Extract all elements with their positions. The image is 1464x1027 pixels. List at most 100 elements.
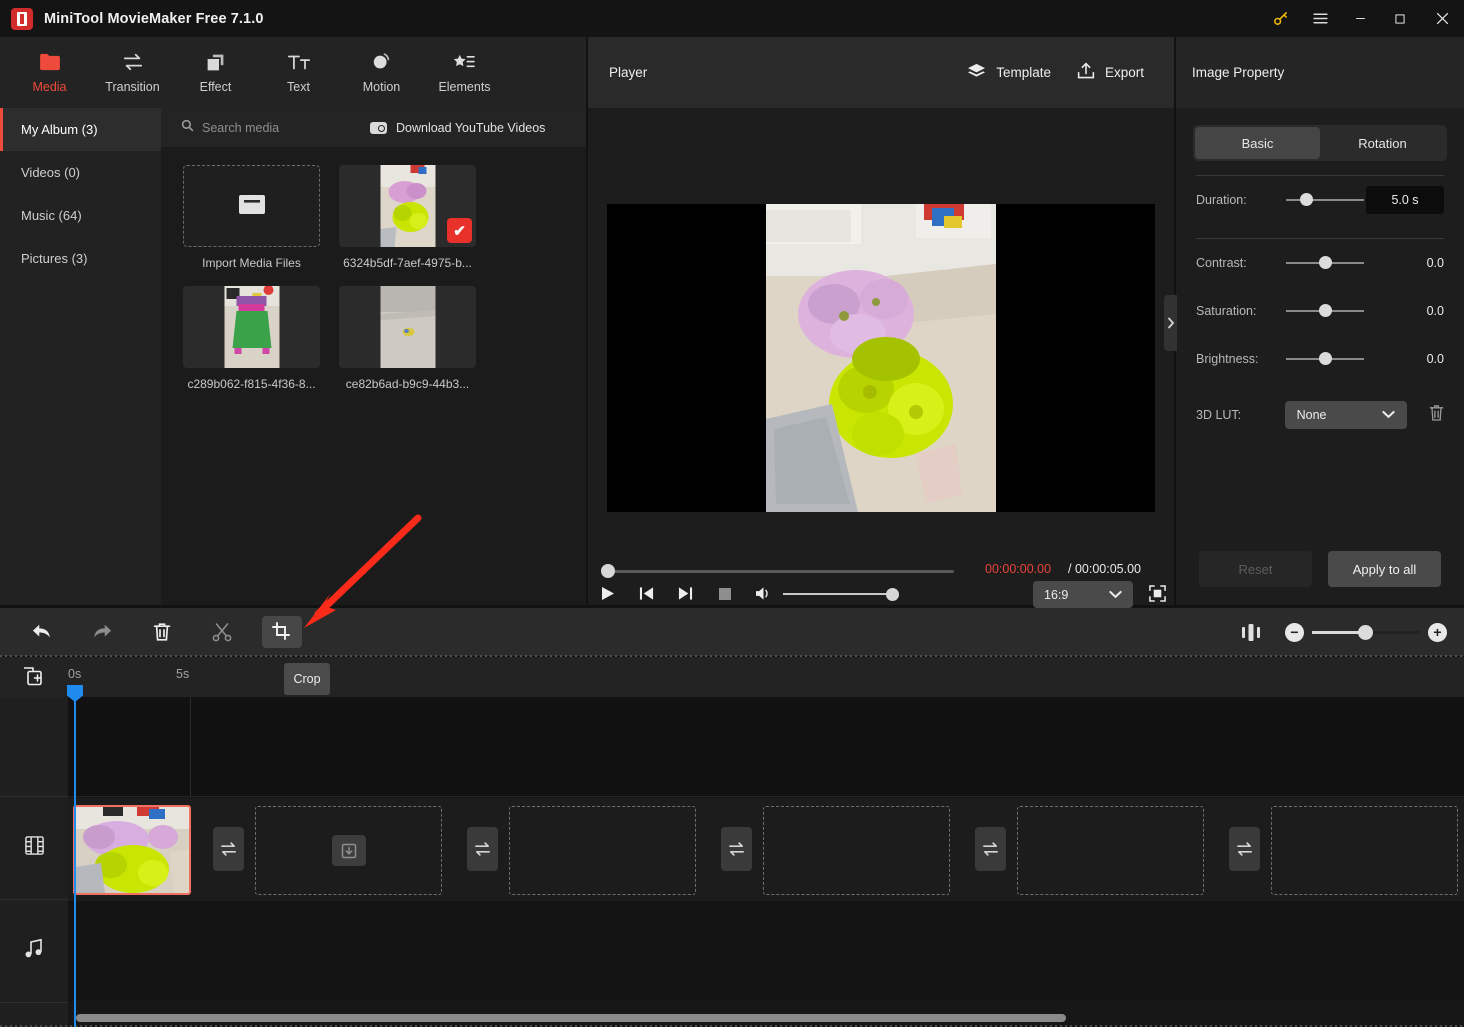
media-item-toy[interactable]: c289b062-f815-4f36-8... [183, 286, 320, 391]
license-key-icon[interactable] [1260, 0, 1300, 37]
search-input[interactable] [202, 120, 332, 135]
media-item-label: 6324b5df-7aef-4975-b... [343, 256, 472, 270]
reset-button[interactable]: Reset [1199, 551, 1312, 587]
redo-button[interactable] [82, 616, 122, 648]
close-icon[interactable] [1420, 0, 1464, 37]
tab-elements[interactable]: Elements [423, 37, 506, 108]
tab-transition[interactable]: Transition [91, 37, 174, 108]
seek-slider[interactable] [606, 570, 954, 573]
transition-slot-button[interactable] [1229, 827, 1260, 871]
lut-select[interactable]: None [1284, 401, 1407, 429]
overlay-track[interactable] [68, 697, 1464, 797]
lut-delete-button[interactable] [1429, 404, 1444, 426]
media-drop-slot[interactable] [763, 806, 950, 895]
video-track[interactable] [68, 798, 1464, 901]
duration-slider[interactable] [1286, 193, 1364, 206]
selected-check-icon[interactable]: ✔ [447, 218, 472, 243]
contrast-handle[interactable] [1319, 256, 1332, 269]
minimize-icon[interactable] [1340, 0, 1380, 37]
media-drop-slot[interactable] [1017, 806, 1204, 895]
volume-button[interactable] [744, 582, 783, 605]
zoom-in-button[interactable]: + [1428, 622, 1447, 642]
split-button[interactable] [202, 616, 242, 648]
video-preview[interactable] [607, 204, 1155, 512]
crop-tooltip: Crop [284, 663, 330, 695]
sidebar-item-my-album[interactable]: My Album (3) [0, 108, 161, 151]
timeline-clip-flowers[interactable] [73, 805, 191, 895]
tab-text[interactable]: Text [257, 37, 340, 108]
youtube-download-icon [370, 121, 387, 134]
media-thumbnail[interactable] [339, 286, 476, 368]
panel-collapse-button[interactable] [1164, 295, 1177, 351]
media-drop-slot[interactable] [509, 806, 696, 895]
saturation-slider[interactable] [1286, 304, 1364, 317]
sidebar-item-videos[interactable]: Videos (0) [0, 151, 161, 194]
duration-value[interactable]: 5.0 s [1366, 186, 1444, 214]
timeline: 0s 5s [0, 655, 1464, 1027]
grid-line [190, 697, 191, 797]
film-strip-icon [24, 835, 45, 861]
sidebar-item-music[interactable]: Music (64) [0, 194, 161, 237]
volume-handle[interactable] [886, 588, 899, 601]
zoom-out-button[interactable]: − [1285, 622, 1304, 642]
next-frame-button[interactable] [666, 582, 705, 605]
delete-button[interactable] [142, 616, 182, 648]
play-button[interactable] [588, 582, 627, 605]
sidebar-item-label: Music (64) [21, 208, 82, 223]
transition-slot-button[interactable] [467, 827, 498, 871]
media-item-flowers[interactable]: ✔ 6324b5df-7aef-4975-b... [339, 165, 476, 270]
tab-text-label: Text [287, 80, 310, 94]
timeline-horizontal-scrollbar[interactable] [76, 1014, 1066, 1022]
duration-handle[interactable] [1300, 193, 1313, 206]
export-button[interactable]: Export [1077, 62, 1144, 83]
tab-media[interactable]: Media [8, 37, 91, 108]
download-youtube-videos-button[interactable]: Download YouTube Videos [370, 121, 545, 135]
property-tabs: Basic Rotation [1193, 125, 1447, 161]
import-media-dropzone[interactable] [183, 165, 320, 247]
import-media-cell[interactable]: Import Media Files [183, 165, 320, 270]
fit-to-timeline-icon[interactable] [1231, 623, 1271, 641]
previous-frame-button[interactable] [627, 582, 666, 605]
menu-icon[interactable] [1300, 0, 1340, 37]
tab-basic[interactable]: Basic [1195, 127, 1320, 159]
template-button[interactable]: Template [967, 63, 1051, 83]
search-media-box[interactable] [181, 119, 332, 137]
motion-circles-icon [371, 51, 393, 73]
aspect-ratio-select[interactable]: 16:9 [1033, 581, 1133, 608]
track-label-column [0, 697, 68, 1027]
volume-slider[interactable] [783, 593, 893, 595]
timeline-ruler[interactable]: 0s 5s [0, 657, 1464, 697]
tab-motion[interactable]: Motion [340, 37, 423, 108]
saturation-label: Saturation: [1196, 304, 1257, 318]
audio-track-area[interactable] [68, 901, 1464, 1001]
media-drop-slot[interactable] [255, 806, 442, 895]
seek-handle[interactable] [601, 564, 615, 578]
upload-icon [1077, 62, 1095, 83]
media-grid: Import Media Files ✔ 6324b5df-7aef-4975-… [161, 147, 586, 391]
sidebar-item-pictures[interactable]: Pictures (3) [0, 237, 161, 280]
zoom-slider[interactable] [1312, 624, 1420, 640]
download-youtube-label: Download YouTube Videos [396, 120, 546, 135]
crop-button[interactable] [262, 616, 302, 648]
zoom-slider-handle[interactable] [1358, 624, 1373, 640]
saturation-handle[interactable] [1319, 304, 1332, 317]
undo-button[interactable] [22, 616, 62, 648]
playhead[interactable] [67, 685, 83, 1027]
maximize-icon[interactable] [1380, 0, 1420, 37]
transition-slot-button[interactable] [975, 827, 1006, 871]
transition-slot-button[interactable] [721, 827, 752, 871]
media-thumbnail[interactable]: ✔ [339, 165, 476, 247]
media-drop-slot[interactable] [1271, 806, 1458, 895]
fullscreen-button[interactable] [1149, 585, 1166, 607]
contrast-slider[interactable] [1286, 256, 1364, 269]
stop-button[interactable] [705, 582, 744, 605]
tab-effect[interactable]: Effect [174, 37, 257, 108]
add-media-icon[interactable] [22, 666, 44, 693]
tab-rotation[interactable]: Rotation [1320, 127, 1445, 159]
apply-to-all-button[interactable]: Apply to all [1328, 551, 1441, 587]
brightness-handle[interactable] [1319, 352, 1332, 365]
transition-slot-button[interactable] [213, 827, 244, 871]
media-item-floor[interactable]: ce82b6ad-b9c9-44b3... [339, 286, 476, 391]
brightness-slider[interactable] [1286, 352, 1364, 365]
media-thumbnail[interactable] [183, 286, 320, 368]
